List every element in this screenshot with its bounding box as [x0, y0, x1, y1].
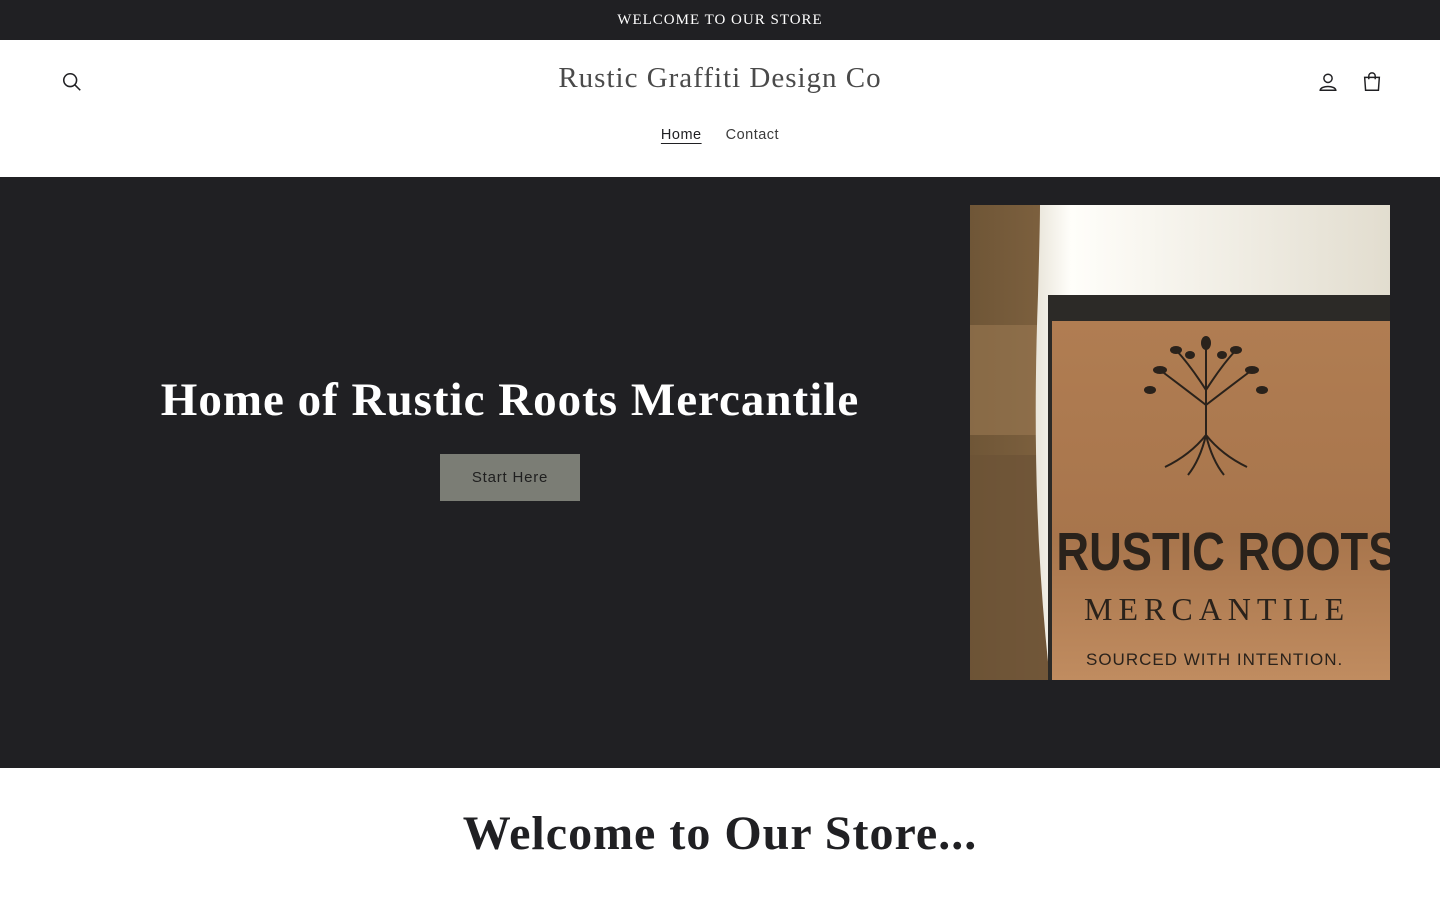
search-button[interactable]	[50, 60, 94, 104]
jar-mercantile-text: MERCANTILE	[1084, 591, 1350, 627]
hero-title: Home of Rustic Roots Mercantile	[160, 374, 860, 426]
search-icon	[62, 72, 81, 91]
user-icon	[1319, 73, 1337, 91]
announcement-bar: WELCOME TO OUR STORE	[0, 0, 1440, 40]
jar-brand-text: RUSTIC ROOTS	[1056, 521, 1390, 582]
product-jar-image: RUSTIC ROOTS MERCANTILE SOURCED WITH INT…	[970, 205, 1390, 680]
cart-button[interactable]	[1350, 60, 1394, 104]
main-nav: Home Contact	[0, 124, 1440, 148]
jar-tagline-text: SOURCED WITH INTENTION.	[1086, 650, 1343, 669]
announcement-text: WELCOME TO OUR STORE	[617, 11, 823, 28]
nav-item-home[interactable]: Home	[661, 124, 702, 148]
cart-icon	[1363, 72, 1381, 91]
site-header: Rustic Graffiti Design Co Home Contact	[0, 40, 1440, 177]
account-button[interactable]	[1306, 60, 1350, 104]
welcome-heading: Welcome to Our Store...	[462, 807, 978, 860]
start-here-button[interactable]: Start Here	[440, 454, 580, 501]
site-logo[interactable]: Rustic Graffiti Design Co	[420, 62, 1020, 102]
hero-banner: Home of Rustic Roots Mercantile Start He…	[0, 177, 1440, 768]
nav-item-contact[interactable]: Contact	[726, 124, 779, 148]
